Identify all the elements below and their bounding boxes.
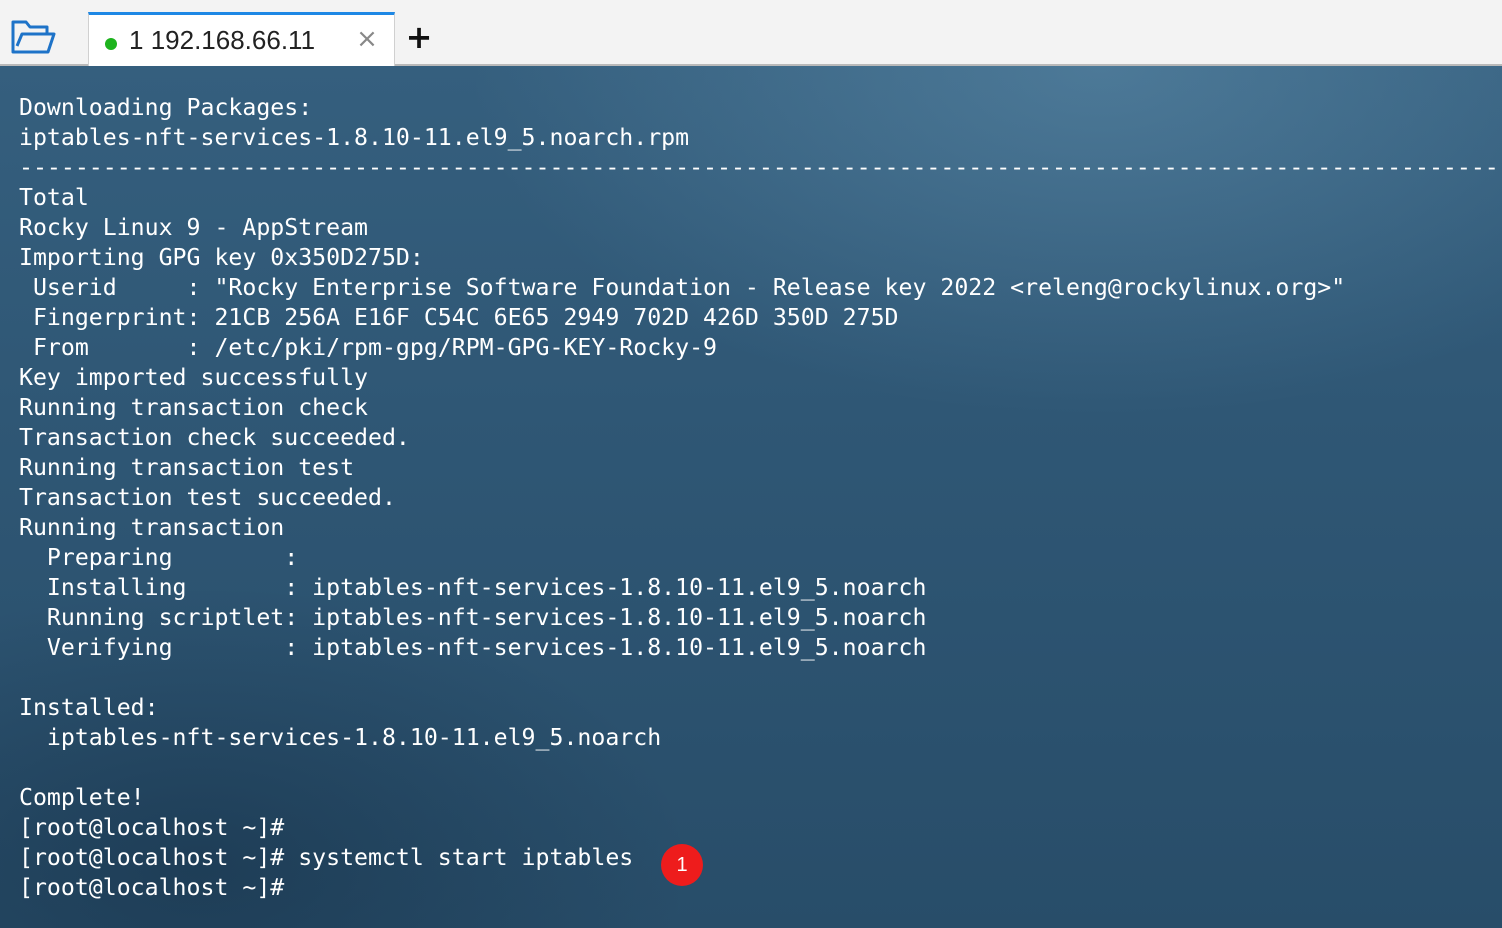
terminal-line: From : /etc/pki/rpm-gpg/RPM-GPG-KEY-Rock…: [19, 334, 718, 361]
terminal-line: Running transaction: [19, 514, 285, 541]
terminal-line: Installing : iptables-nft-services-1.8.1…: [19, 574, 927, 601]
terminal-line: Key imported successfully: [19, 364, 369, 391]
terminal-line: Preparing :: [19, 544, 299, 571]
terminal-line: [root@localhost ~]#: [19, 874, 285, 901]
terminal-line: Installed:: [19, 694, 159, 721]
terminal-line: [root@localhost ~]# systemctl start ipta…: [19, 844, 634, 871]
terminal-line: Verifying : iptables-nft-services-1.8.10…: [19, 634, 927, 661]
terminal-line: Fingerprint: 21CB 256A E16F C54C 6E65 29…: [19, 304, 899, 331]
terminal-line: Userid : "Rocky Enterprise Software Foun…: [19, 274, 1346, 301]
terminal-line: Downloading Packages:: [19, 94, 313, 121]
terminal-line: iptables-nft-services-1.8.10-11.el9_5.no…: [19, 124, 690, 151]
terminal-line: Running transaction test: [19, 454, 355, 481]
new-tab-button[interactable]: +: [404, 20, 434, 54]
terminal-line: iptables-nft-services-1.8.10-11.el9_5.no…: [19, 724, 662, 751]
terminal-line: Complete!: [19, 784, 145, 811]
terminal-line: Running scriptlet: iptables-nft-services…: [19, 604, 927, 631]
tab-host: 192.168.66.11: [150, 25, 316, 55]
tab-label: 1 192.168.66.11: [129, 25, 315, 56]
tab-number: 1: [129, 25, 144, 55]
terminal-line: Running transaction check: [19, 394, 369, 421]
terminal-line: Transaction test succeeded.: [19, 484, 396, 511]
terminal-line: Rocky Linux 9 - AppStream: [19, 214, 369, 241]
step-number-badge: 1: [661, 844, 703, 886]
terminal-line: Importing GPG key 0x350D275D:: [19, 244, 424, 271]
close-tab-icon[interactable]: ×: [354, 23, 380, 55]
connection-status-icon: [105, 38, 117, 50]
tab-bar: 1 192.168.66.11 × +: [0, 0, 1502, 66]
terminal-lines: Downloading Packages: iptables-nft-servi…: [19, 93, 1502, 903]
terminal-line: Total: [19, 184, 89, 211]
terminal-line: [root@localhost ~]#: [19, 814, 285, 841]
session-tab[interactable]: 1 192.168.66.11 ×: [88, 12, 395, 66]
terminal-line: ----------------------------------------…: [19, 154, 1502, 181]
terminal-line: Transaction check succeeded.: [19, 424, 410, 451]
terminal-output[interactable]: Downloading Packages: iptables-nft-servi…: [0, 66, 1502, 928]
folder-open-icon[interactable]: [10, 18, 58, 58]
